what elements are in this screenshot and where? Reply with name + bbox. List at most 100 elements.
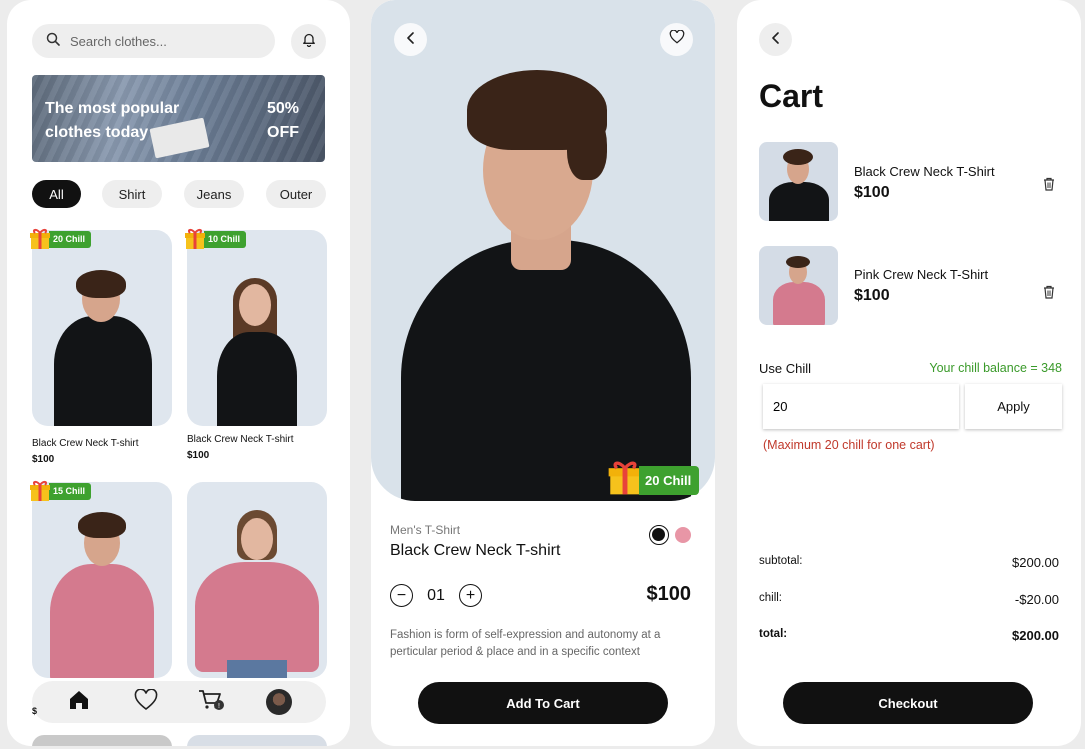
chill-discount-value: -$20.00 xyxy=(1014,592,1059,607)
promo-banner[interactable]: The most popular clothes today 50% OFF xyxy=(32,75,325,162)
cart-item-price: $100 xyxy=(854,184,890,201)
search-bar[interactable] xyxy=(32,24,275,58)
chevron-left-icon xyxy=(406,31,416,49)
search-input[interactable] xyxy=(70,33,250,49)
total-value: $200.00 xyxy=(1012,628,1059,643)
notification-button[interactable] xyxy=(291,24,326,59)
nav-profile[interactable] xyxy=(264,687,294,717)
model-figure xyxy=(32,512,172,678)
back-button[interactable] xyxy=(394,23,427,56)
cart-item: Pink Crew Neck T-Shirt $100 xyxy=(759,246,1059,326)
search-icon xyxy=(46,32,60,51)
product-title: Black Crew Neck T-shirt xyxy=(390,542,561,559)
apply-button[interactable]: Apply xyxy=(965,384,1062,429)
chill-badge: 15 Chill xyxy=(29,480,92,502)
chill-label: chill: xyxy=(759,592,783,604)
cart-icon: ! xyxy=(198,688,226,717)
chill-row: chill: -$20.00 xyxy=(759,592,1059,607)
product-price: $100 xyxy=(187,450,210,461)
subtotal-label: subtotal: xyxy=(759,555,803,567)
nav-home[interactable] xyxy=(64,687,94,717)
add-to-cart-button[interactable]: Add To Cart xyxy=(418,682,668,724)
chill-badge-label: 15 Chill xyxy=(49,482,92,500)
product-image xyxy=(187,230,327,426)
increase-button[interactable]: + xyxy=(459,584,482,607)
chill-balance: Your chill balance = 348 xyxy=(929,361,1062,375)
model-figure xyxy=(187,510,327,678)
trash-icon xyxy=(1043,177,1055,195)
chill-badge: 10 Chill xyxy=(184,228,247,250)
total-row: total: $200.00 xyxy=(759,628,1059,643)
cart-item: Black Crew Neck T-Shirt $100 xyxy=(759,142,1059,222)
cart-item-name: Pink Crew Neck T-Shirt xyxy=(854,267,989,282)
product-description: Fashion is form of self-expression and a… xyxy=(390,629,661,658)
chevron-left-icon xyxy=(771,31,781,49)
chill-limit-note: (Maximum 20 chill for one cart) xyxy=(763,438,935,452)
plus-icon: + xyxy=(465,586,476,604)
product-card[interactable] xyxy=(187,482,327,678)
bottom-nav: ! xyxy=(32,681,326,723)
back-button[interactable] xyxy=(759,23,792,56)
hidden-price-fragment: $ xyxy=(32,706,38,716)
cart-item-image xyxy=(759,142,838,221)
gift-icon xyxy=(29,228,51,250)
color-swatch-black[interactable] xyxy=(649,525,669,545)
avatar xyxy=(265,689,292,715)
chip-outer[interactable]: Outer xyxy=(266,180,326,208)
chill-badge: 20 Chill xyxy=(607,460,700,501)
chill-input[interactable] xyxy=(763,384,959,429)
quantity-stepper: − 01 + xyxy=(390,584,482,607)
product-hero-image xyxy=(371,0,715,501)
chill-badge-label: 10 Chill xyxy=(204,230,247,248)
product-image xyxy=(32,482,172,678)
product-image xyxy=(32,230,172,426)
checkout-button[interactable]: Checkout xyxy=(783,682,1033,724)
banner-headline: The most popular clothes today xyxy=(45,97,205,145)
product-card[interactable]: 10 Chill Black Crew Neck T-shirt $100 xyxy=(184,228,327,461)
svg-text:!: ! xyxy=(218,703,220,710)
heart-icon xyxy=(134,687,158,716)
product-detail-screen: 20 Chill Men's T-Shirt Black Crew Neck T… xyxy=(371,0,715,746)
favorite-button[interactable] xyxy=(660,23,693,56)
model-figure xyxy=(371,40,715,501)
subtotal-value: $200.00 xyxy=(1012,555,1059,570)
chill-badge-label: 20 Chill xyxy=(639,466,700,495)
model-figure xyxy=(187,276,327,426)
banner-discount-off: OFF xyxy=(267,124,299,141)
use-chill-label: Use Chill xyxy=(759,361,812,376)
product-name: Black Crew Neck T-shirt xyxy=(187,434,294,445)
product-card-partial xyxy=(187,735,327,746)
product-name: Black Crew Neck T-shirt xyxy=(32,438,139,449)
chill-badge: 20 Chill xyxy=(29,228,92,250)
chip-all[interactable]: All xyxy=(32,180,81,208)
product-card[interactable]: 20 Chill Black Crew Neck T-shirt $100 xyxy=(29,228,172,465)
quantity-value: 01 xyxy=(427,586,445,604)
category-chips: All Shirt Jeans Outer xyxy=(32,180,326,208)
remove-item-button[interactable] xyxy=(1043,285,1055,304)
remove-item-button[interactable] xyxy=(1043,177,1055,196)
cart-item-price: $100 xyxy=(854,287,890,304)
product-price: $100 xyxy=(646,583,692,605)
gift-icon xyxy=(607,460,643,501)
product-card[interactable]: 15 Chill xyxy=(29,480,172,678)
product-card-partial xyxy=(32,735,172,746)
trash-icon xyxy=(1043,285,1055,303)
chip-shirt[interactable]: Shirt xyxy=(102,180,162,208)
heart-icon xyxy=(669,29,685,49)
total-label: total: xyxy=(759,628,788,640)
decrease-button[interactable]: − xyxy=(390,584,413,607)
nav-cart[interactable]: ! xyxy=(197,687,227,717)
chip-jeans[interactable]: Jeans xyxy=(184,180,244,208)
cart-item-name: Black Crew Neck T-Shirt xyxy=(854,164,995,179)
nav-favorites[interactable] xyxy=(131,687,161,717)
home-icon xyxy=(68,689,90,716)
subtotal-row: subtotal: $200.00 xyxy=(759,555,1059,570)
banner-line-2: clothes today xyxy=(45,124,149,141)
chill-badge-label: 20 Chill xyxy=(49,230,92,248)
product-category: Men's T-Shirt xyxy=(390,523,461,537)
gift-icon xyxy=(184,228,206,250)
product-price: $100 xyxy=(32,454,55,465)
product-image xyxy=(187,482,327,678)
color-swatch-pink[interactable] xyxy=(675,527,691,543)
cart-item-image xyxy=(759,246,838,325)
